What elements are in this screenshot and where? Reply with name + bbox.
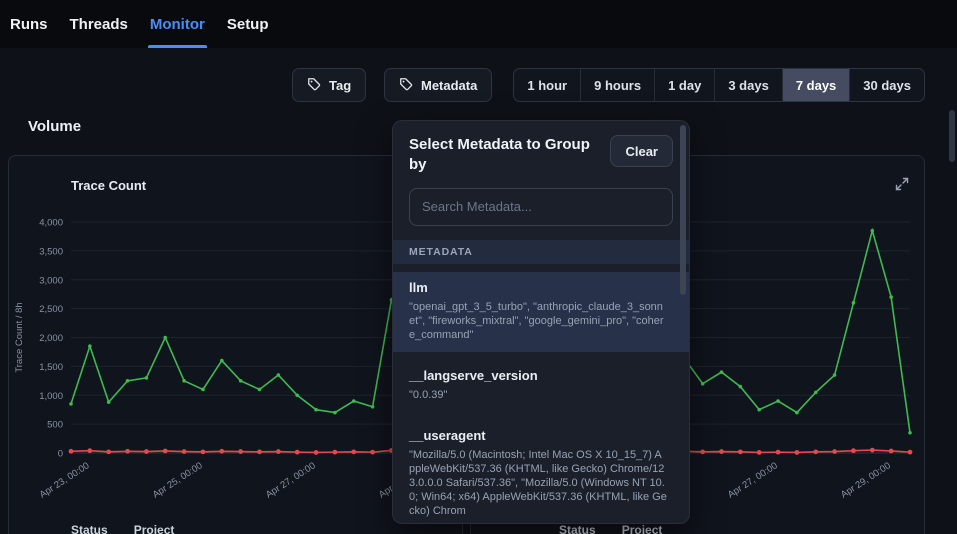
tag-filter-button[interactable]: Tag (292, 68, 366, 102)
metadata-search-input[interactable] (409, 188, 673, 226)
popup-header: Select Metadata to Group by Clear (393, 121, 689, 182)
svg-text:1,000: 1,000 (39, 391, 63, 402)
legend-status: Status (71, 523, 108, 534)
time-range-7-days[interactable]: 7 days (782, 69, 849, 101)
top-nav: Runs Threads Monitor Setup (0, 0, 957, 48)
time-range-selector: 1 hour 9 hours 1 day 3 days 7 days 30 da… (513, 68, 925, 102)
page-scrollbar-thumb[interactable] (949, 110, 955, 162)
time-range-30-days[interactable]: 30 days (849, 69, 924, 101)
metadata-item-langserve-version[interactable]: __langserve_version "0.0.39" (393, 360, 689, 412)
svg-text:500: 500 (47, 420, 63, 431)
tab-setup[interactable]: Setup (227, 0, 269, 48)
tag-button-label: Tag (329, 78, 351, 93)
expand-icon[interactable] (894, 176, 910, 192)
tag-icon (307, 77, 321, 94)
metadata-values: "Mozilla/5.0 (Macintosh; Intel Mac OS X … (409, 448, 667, 518)
svg-text:3,000: 3,000 (39, 275, 63, 286)
metadata-values: "0.0.39" (409, 388, 667, 402)
svg-text:3,500: 3,500 (39, 246, 63, 257)
svg-text:2,000: 2,000 (39, 333, 63, 344)
legend-project: Project (134, 523, 175, 534)
metadata-button-label: Metadata (421, 78, 477, 93)
monitor-page: Runs Threads Monitor Setup Tag Metadata … (0, 0, 957, 534)
time-range-3-days[interactable]: 3 days (714, 69, 781, 101)
metadata-item-llm[interactable]: llm "openai_gpt_3_5_turbo", "anthropic_c… (393, 272, 689, 352)
popup-scrollbar-thumb[interactable] (680, 125, 686, 295)
popup-title: Select Metadata to Group by (409, 135, 604, 176)
metadata-values: "openai_gpt_3_5_turbo", "anthropic_claud… (409, 300, 667, 342)
tab-threads[interactable]: Threads (70, 0, 128, 48)
legend-project: Project (622, 523, 663, 534)
tab-monitor[interactable]: Monitor (150, 0, 205, 48)
svg-text:2,500: 2,500 (39, 304, 63, 315)
svg-text:0: 0 (58, 449, 63, 460)
metadata-key: __useragent (409, 428, 667, 444)
tab-runs[interactable]: Runs (10, 0, 48, 48)
metadata-key: __langserve_version (409, 368, 667, 384)
svg-text:Apr 23, 00:00: Apr 23, 00:00 (38, 460, 92, 500)
time-range-9-hours[interactable]: 9 hours (580, 69, 654, 101)
metadata-key: llm (409, 280, 667, 296)
time-range-1-day[interactable]: 1 day (654, 69, 714, 101)
legend-status: Status (559, 523, 596, 534)
svg-text:Trace Count / 8h: Trace Count / 8h (14, 302, 25, 372)
metadata-group-header: METADATA (393, 240, 689, 264)
chart-legend: Status Project (559, 523, 662, 534)
chart-legend: Status Project (71, 523, 174, 534)
clear-button[interactable]: Clear (610, 135, 673, 167)
svg-text:Apr 25, 00:00: Apr 25, 00:00 (151, 460, 205, 500)
time-range-1-hour[interactable]: 1 hour (514, 69, 580, 101)
svg-text:Apr 29, 00:00: Apr 29, 00:00 (839, 460, 893, 500)
svg-text:1,500: 1,500 (39, 362, 63, 373)
volume-section-title: Volume (28, 118, 81, 135)
metadata-item-useragent[interactable]: __useragent "Mozilla/5.0 (Macintosh; Int… (393, 420, 689, 525)
svg-text:Apr 27, 00:00: Apr 27, 00:00 (726, 460, 780, 500)
chart-title: Trace Count (71, 178, 146, 193)
svg-text:Apr 27, 00:00: Apr 27, 00:00 (264, 460, 318, 500)
metadata-groupby-popup: Select Metadata to Group by Clear METADA… (392, 120, 690, 524)
tag-icon (399, 77, 413, 94)
metadata-filter-button[interactable]: Metadata (384, 68, 492, 102)
svg-text:4,000: 4,000 (39, 218, 63, 229)
